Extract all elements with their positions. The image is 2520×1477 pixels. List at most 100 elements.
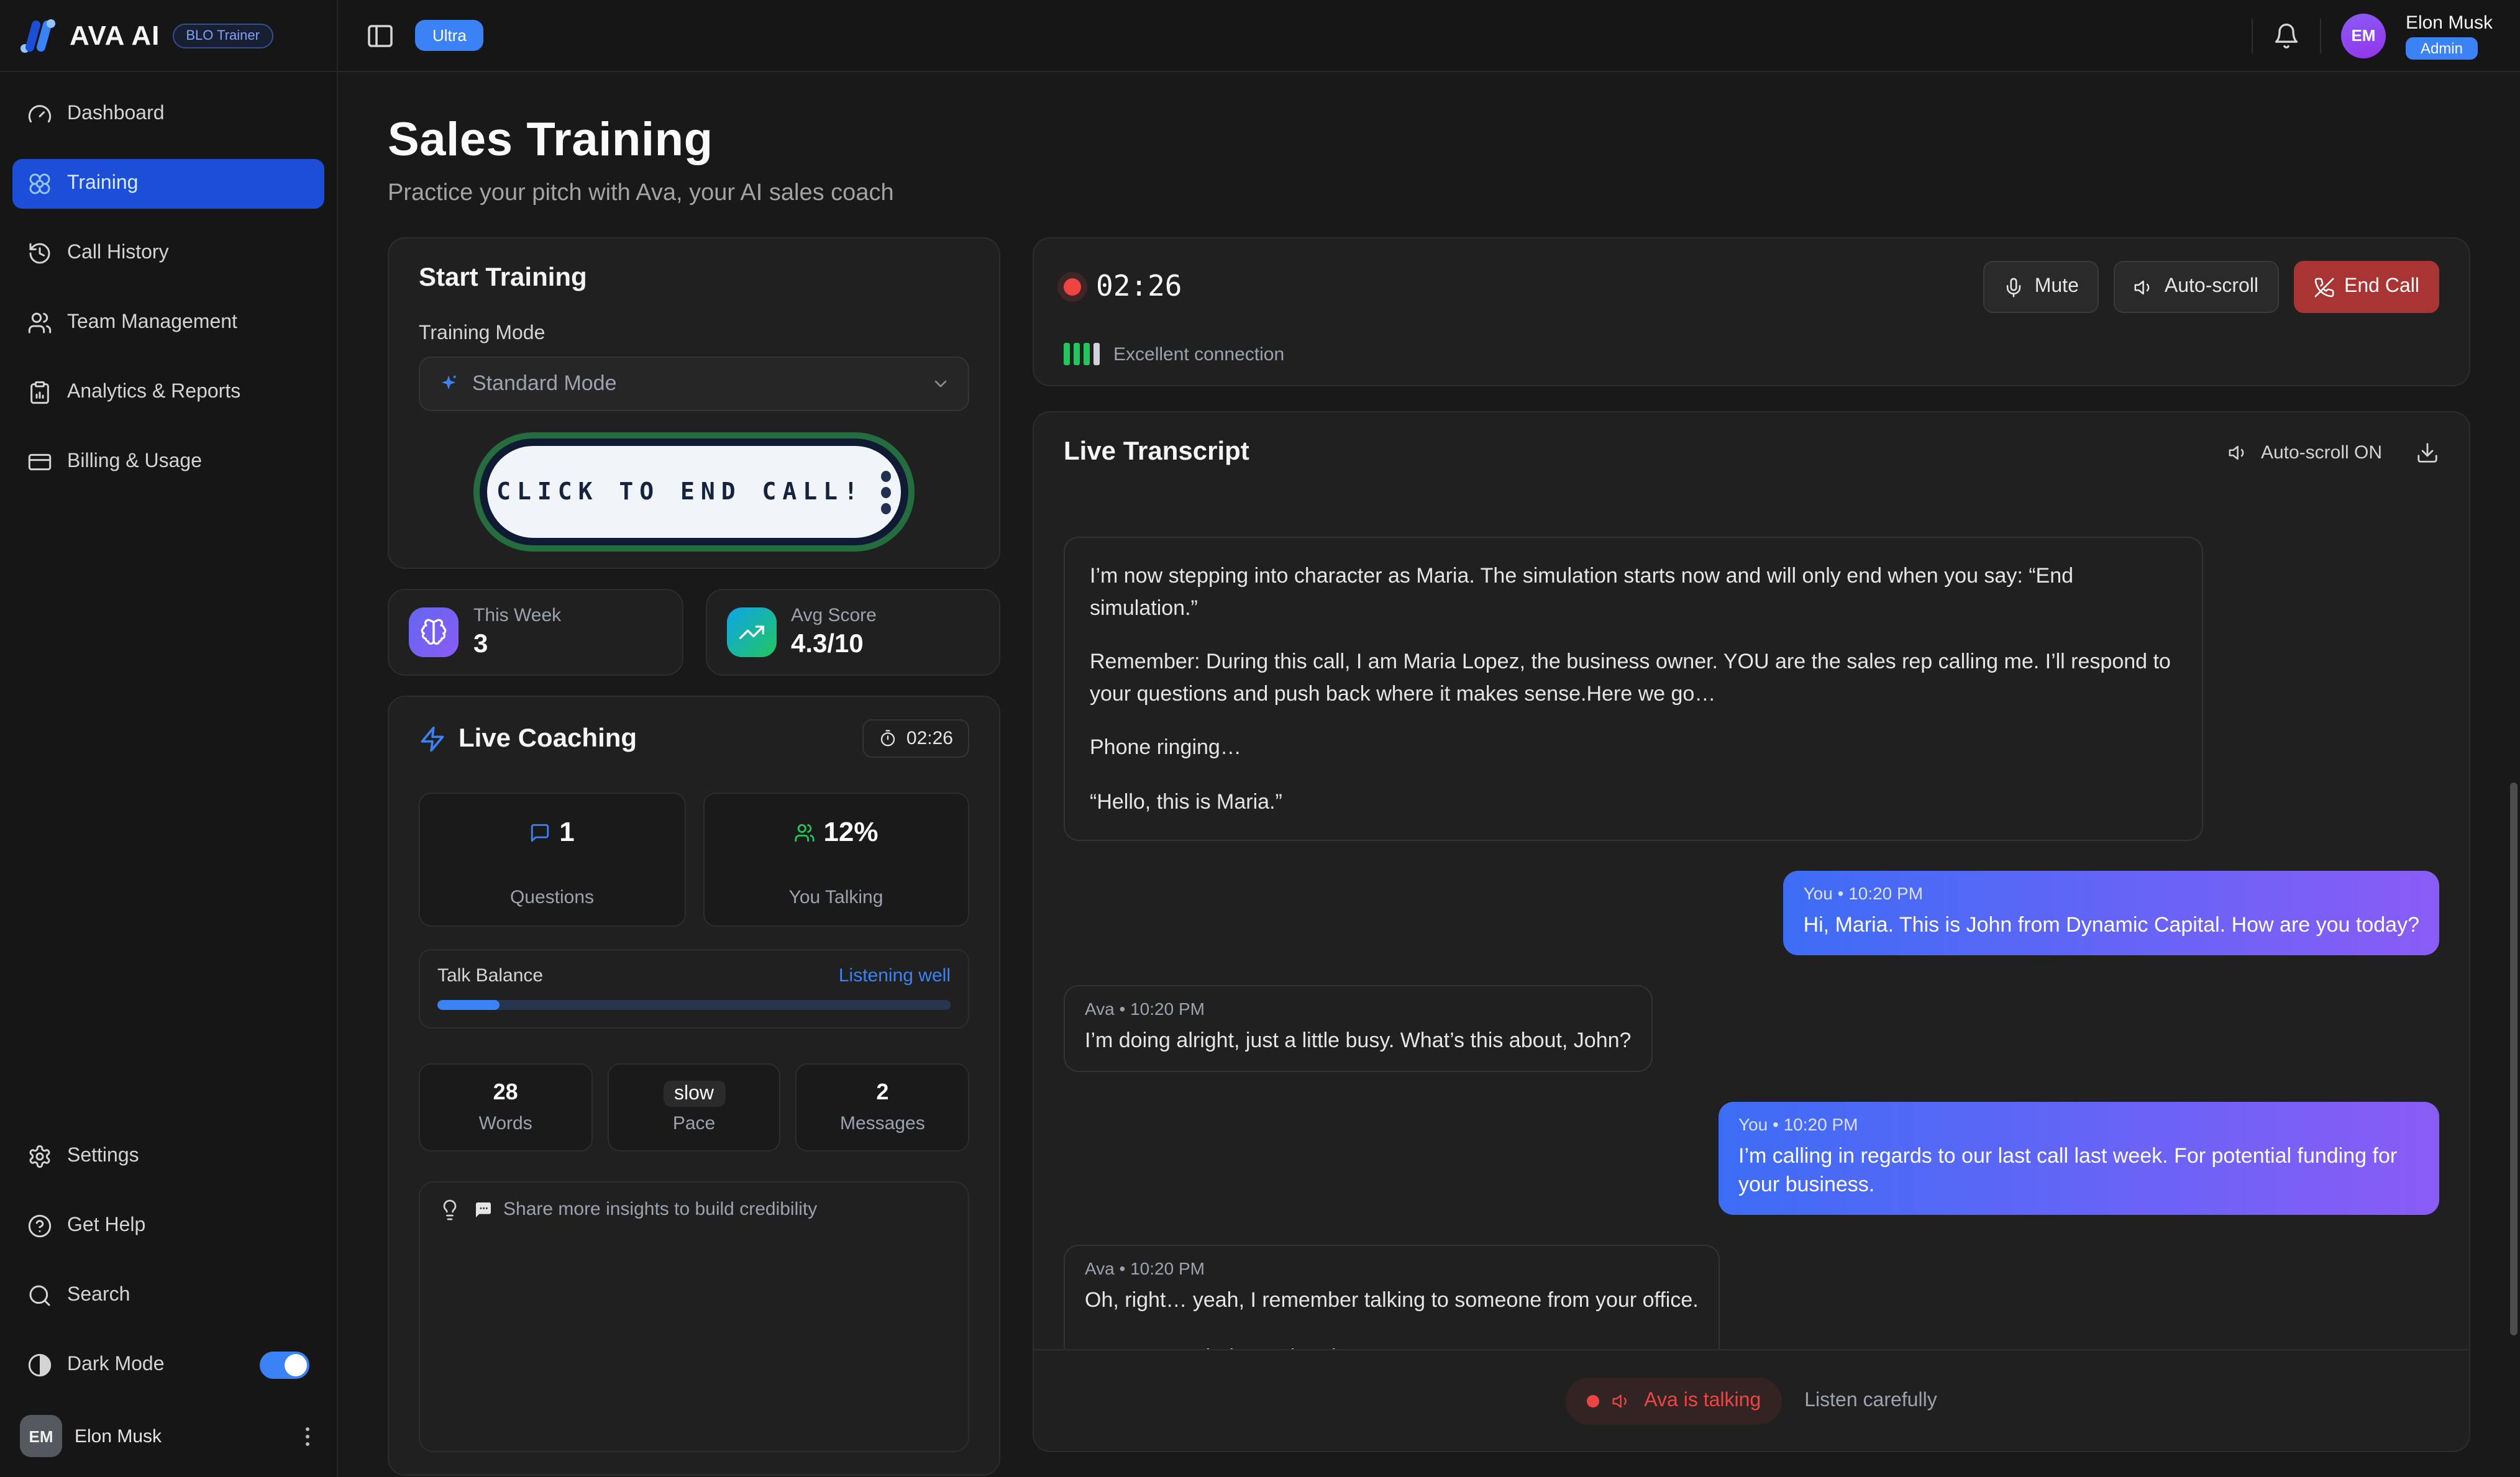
history-icon: [27, 241, 52, 266]
coaching-insight-box: Share more insights to build credibility: [419, 1181, 969, 1452]
sidebar-item-billing[interactable]: Billing & Usage: [12, 437, 324, 487]
metric-questions: 1 Questions: [419, 793, 685, 927]
sidebar-toggle-icon[interactable]: [365, 20, 395, 50]
start-training-card: Start Training Training Mode Standard Mo…: [388, 237, 1000, 569]
end-call-cta-button[interactable]: CLICK TO END CALL!: [480, 439, 908, 545]
sidebar-item-label: Billing & Usage: [67, 451, 202, 473]
ava-talking-pill: Ava is talking: [1566, 1377, 1782, 1424]
sidebar-item-search[interactable]: Search: [12, 1271, 324, 1320]
transcript-messages[interactable]: I’m now stepping into character as Maria…: [1034, 487, 2469, 1349]
message-paragraph: Phone ringing…: [1090, 732, 2177, 763]
metric-label: Questions: [510, 887, 594, 908]
sidebar-item-label: Dashboard: [67, 103, 165, 125]
message-meta: Ava • 10:20 PM: [1085, 1258, 1699, 1278]
brand: AVA AI BLO Trainer: [0, 0, 338, 71]
app-logo-icon: [17, 16, 57, 55]
sidebar-item-label: Call History: [67, 242, 169, 265]
sidebar-item-training[interactable]: Training: [12, 159, 324, 209]
signal-bars-icon: [1064, 343, 1100, 365]
message-text: I’m doing alright, just a little busy. W…: [1085, 1026, 1631, 1056]
talk-balance-progress: [437, 1000, 951, 1010]
training-mode-label: Training Mode: [419, 323, 969, 345]
sidebar-item-analytics[interactable]: Analytics & Reports: [12, 368, 324, 417]
dark-mode-toggle[interactable]: [260, 1352, 309, 1379]
message-text: Hi, Maria. This is John from Dynamic Cap…: [1804, 911, 2419, 940]
download-icon[interactable]: [2416, 440, 2439, 464]
autoscroll-button[interactable]: Auto-scroll: [2114, 261, 2278, 313]
coaching-timer-chip: 02:26: [863, 719, 969, 758]
mic-icon: [2004, 276, 2025, 298]
sidebar-item-dashboard[interactable]: Dashboard: [12, 89, 324, 139]
mini-stat-label: Pace: [608, 1113, 779, 1134]
speaker-icon: [1612, 1391, 1632, 1411]
mini-stat-value: 28: [420, 1079, 591, 1106]
sparkles-icon: [437, 373, 460, 395]
stat-label: Avg Score: [791, 605, 877, 626]
phone-off-icon: [2313, 276, 2334, 298]
metric-value: 12%: [823, 816, 878, 848]
stopwatch-icon: [879, 729, 898, 748]
message-meta: Ava • 10:20 PM: [1085, 999, 1631, 1019]
transcript-message-you: You • 10:20 PM Hi, Maria. This is John f…: [1784, 871, 2439, 955]
window-scrollbar-thumb[interactable]: [2510, 783, 2518, 1335]
transcript-message-system: I’m now stepping into character as Maria…: [1064, 537, 2203, 841]
main-content: Sales Training Practice your pitch with …: [338, 72, 2520, 1477]
listen-hint: Listen carefully: [1804, 1389, 1937, 1412]
mini-stat-value: 2: [797, 1079, 968, 1106]
user-block: Elon Musk Admin: [2406, 12, 2493, 59]
mute-label: Mute: [2035, 276, 2079, 298]
trending-up-icon: [726, 607, 776, 657]
start-training-title: Start Training: [419, 263, 969, 293]
talk-balance-status: Listening well: [839, 965, 951, 986]
chevron-down-icon: [931, 374, 951, 394]
end-call-label: End Call: [2344, 276, 2419, 298]
training-mode-select[interactable]: Standard Mode: [419, 357, 969, 411]
message-paragraph: “Hello, this is Maria.”: [1090, 786, 2177, 817]
mute-button[interactable]: Mute: [1984, 261, 2099, 313]
top-bar: AVA AI BLO Trainer Ultra EM Elon Musk Ad…: [0, 0, 2520, 72]
sidebar-item-label: Dark Mode: [67, 1354, 165, 1376]
sidebar-item-call-history[interactable]: Call History: [12, 229, 324, 278]
ellipsis-vertical-icon: [882, 470, 892, 514]
sidebar-item-team-management[interactable]: Team Management: [12, 298, 324, 348]
transcript-message-ava: Ava • 10:20 PM I’m doing alright, just a…: [1064, 985, 1652, 1072]
stat-value: 4.3/10: [791, 630, 877, 660]
logo-badge: BLO Trainer: [172, 23, 273, 48]
sidebar-user-row[interactable]: EM Elon Musk: [12, 1410, 324, 1462]
sidebar-item-get-help[interactable]: Get Help: [12, 1201, 324, 1251]
user-avatar[interactable]: EM: [2341, 13, 2386, 58]
plan-badge[interactable]: Ultra: [415, 20, 484, 51]
message-paragraph: Remember: During this call, I am Maria L…: [1090, 646, 2177, 709]
stat-value: 3: [473, 630, 561, 660]
bell-icon[interactable]: [2273, 22, 2300, 49]
stat-avg-score: Avg Score 4.3/10: [705, 589, 1000, 676]
top-bar-main: Ultra EM Elon Musk Admin: [338, 0, 2520, 71]
users-icon: [793, 822, 815, 843]
live-coaching-card: Live Coaching 02:26 1: [388, 696, 1000, 1476]
user-role-badge: Admin: [2406, 37, 2478, 59]
mini-stat-pace: slow Pace: [607, 1063, 780, 1152]
recording-dot-icon: [1064, 278, 1081, 296]
talk-balance-box: Talk Balance Listening well: [419, 949, 969, 1029]
sidebar-item-label: Training: [67, 173, 138, 195]
ava-talking-label: Ava is talking: [1644, 1389, 1761, 1412]
metric-label: You Talking: [789, 887, 883, 908]
app-name: AVA AI: [70, 19, 160, 52]
app-window: AVA AI BLO Trainer Ultra EM Elon Musk Ad…: [0, 0, 2520, 1477]
stat-label: This Week: [473, 605, 561, 626]
page-title: Sales Training: [388, 114, 2470, 168]
connection-status: Excellent connection: [1113, 343, 1284, 365]
sidebar-item-settings[interactable]: Settings: [12, 1132, 324, 1181]
search-icon: [27, 1283, 52, 1308]
metric-you-talking: 12% You Talking: [703, 793, 969, 927]
autoscroll-status: Auto-scroll ON: [2261, 442, 2382, 463]
end-call-button[interactable]: End Call: [2293, 261, 2439, 313]
mini-stat-words: 28 Words: [419, 1063, 592, 1152]
transcript-title: Live Transcript: [1064, 437, 1249, 467]
sidebar: Dashboard Training Call History Team Man…: [0, 72, 338, 1477]
kebab-menu-icon[interactable]: [298, 1419, 317, 1453]
cta-label: CLICK TO END CALL!: [496, 478, 864, 506]
gauge-icon: [27, 102, 52, 127]
users-icon: [27, 311, 52, 335]
message-meta: You • 10:20 PM: [1804, 883, 2419, 903]
